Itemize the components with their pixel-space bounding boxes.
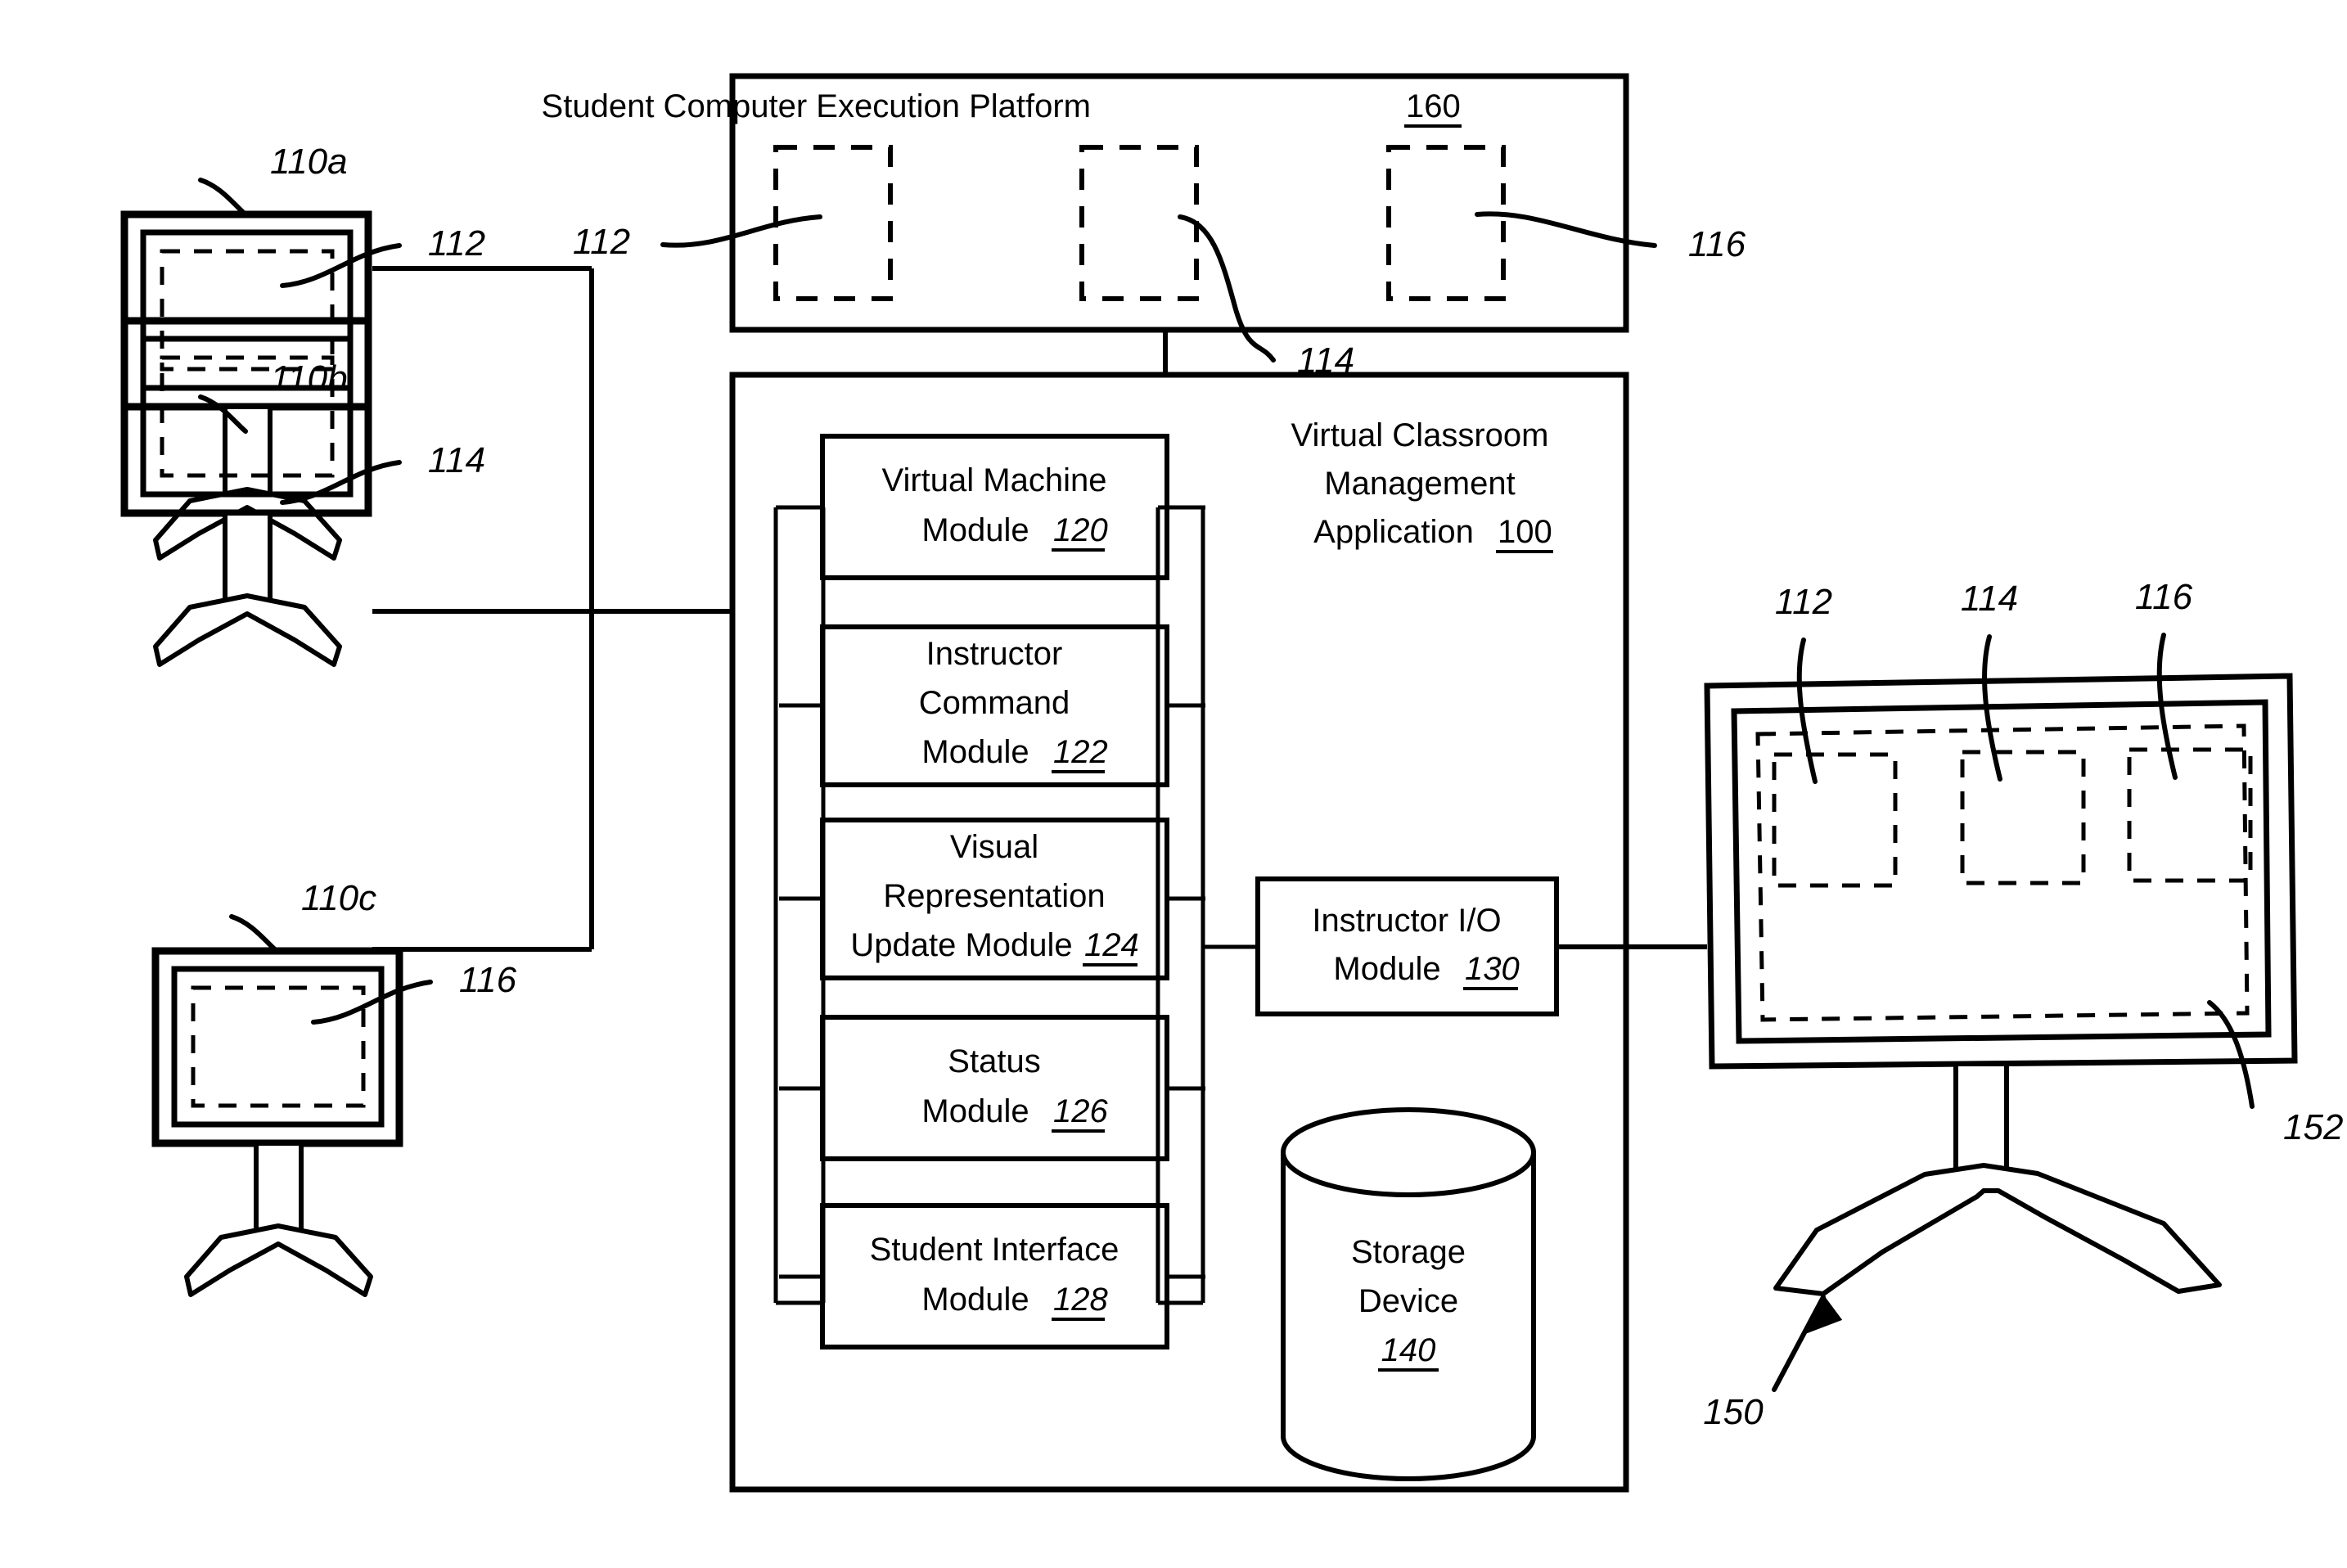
module-124-line2: Representation xyxy=(883,878,1105,914)
instructor-window-3-ref: 116 xyxy=(2135,577,2193,617)
module-124-line1: Visual xyxy=(950,829,1038,865)
module-122-line1: Instructor xyxy=(926,636,1063,672)
module-130-line1: Instructor I/O xyxy=(1312,903,1501,939)
module-bus-left xyxy=(773,505,826,1305)
module-120-line2: Module xyxy=(921,512,1029,548)
student-computer-execution-platform: Student Computer Execution Platform 160 … xyxy=(542,73,1746,381)
application-title-line3: Application xyxy=(1313,514,1474,550)
application-title-line1: Virtual Classroom xyxy=(1291,417,1549,453)
storage-line2: Device xyxy=(1358,1283,1458,1319)
storage-line1: Storage xyxy=(1351,1234,1466,1270)
module-student-interface: Student Interface Module 128 xyxy=(779,1203,1205,1349)
platform-slot-1-ref: 112 xyxy=(573,222,630,262)
student-monitor-bus xyxy=(372,266,732,952)
module-126-line2: Module xyxy=(921,1093,1029,1129)
application-title-line2: Management xyxy=(1324,466,1515,502)
module-124-ref: 124 xyxy=(1084,927,1139,963)
module-virtual-machine: Virtual Machine Module 120 xyxy=(779,434,1205,580)
module-130-line2: Module xyxy=(1333,951,1440,987)
platform-slot-3-ref: 116 xyxy=(1688,224,1746,264)
student-monitor-110b-ref: 110b xyxy=(270,358,348,399)
module-128-line1: Student Interface xyxy=(870,1232,1119,1268)
module-130-ref: 130 xyxy=(1465,951,1520,987)
storage-device: Storage Device 140 xyxy=(1281,1107,1536,1481)
module-128-ref: 128 xyxy=(1053,1282,1108,1318)
instructor-window-1-ref: 112 xyxy=(1775,582,1832,622)
instructor-display-ref: 152 xyxy=(2283,1107,2343,1147)
figure-canvas: Student Computer Execution Platform 160 … xyxy=(0,0,2347,1568)
student-monitor-110c-screen-ref: 116 xyxy=(459,960,517,1000)
module-120-ref: 120 xyxy=(1053,512,1108,548)
module-122-line3: Module xyxy=(921,734,1029,770)
module-122-ref: 122 xyxy=(1053,734,1108,770)
module-122-line2: Command xyxy=(919,685,1070,721)
student-monitor-110b-screen-ref: 114 xyxy=(428,440,485,480)
student-monitor-110a-ref: 110a xyxy=(270,142,348,182)
platform-title: Student Computer Execution Platform xyxy=(542,88,1091,124)
instructor-monitor: 112 114 116 152 150 xyxy=(1703,577,2343,1432)
module-status: Status Module 126 xyxy=(779,1015,1205,1161)
module-126-ref: 126 xyxy=(1053,1093,1108,1129)
module-124-line3: Update Module xyxy=(850,927,1072,963)
platform-slot-1 xyxy=(773,145,893,301)
platform-slot-2 xyxy=(1079,145,1199,301)
module-instructor-io: Instructor I/O Module 130 xyxy=(1255,876,1559,1016)
student-monitor-110c: 110c 116 xyxy=(151,878,517,1297)
student-monitor-110c-ref: 110c xyxy=(301,878,376,918)
virtual-classroom-management-application: Virtual Classroom Management Application… xyxy=(729,372,1629,1493)
module-126-line1: Status xyxy=(948,1043,1040,1079)
module-instructor-command: Instructor Command Module 122 xyxy=(779,624,1205,787)
instructor-window-2-ref: 114 xyxy=(1961,579,2018,619)
platform-ref: 160 xyxy=(1406,88,1461,124)
storage-ref: 140 xyxy=(1381,1332,1436,1368)
student-monitor-110a-screen-ref: 112 xyxy=(428,223,485,264)
application-ref: 100 xyxy=(1498,514,1552,550)
module-128-line2: Module xyxy=(921,1282,1029,1318)
platform-slot-3 xyxy=(1386,145,1506,301)
module-120-line1: Virtual Machine xyxy=(882,462,1107,498)
module-visual-representation-update: Visual Representation Update Module 124 xyxy=(779,818,1205,980)
instructor-monitor-ref: 150 xyxy=(1703,1392,1764,1432)
